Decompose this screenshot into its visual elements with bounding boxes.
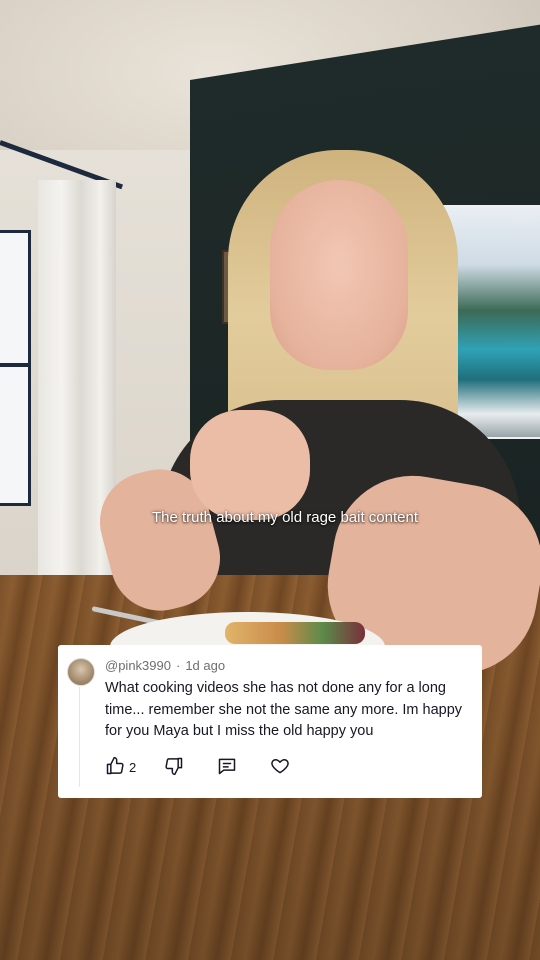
favorite-button[interactable] — [270, 755, 290, 779]
like-count: 2 — [129, 759, 137, 775]
clasped-hands — [190, 410, 310, 520]
comment-text: What cooking videos she has not done any… — [105, 680, 463, 739]
comment-actions: 2 — [105, 755, 365, 779]
reply-icon — [217, 756, 237, 779]
separator-dot: · — [175, 658, 181, 673]
avatar[interactable] — [67, 658, 95, 686]
thread-line — [79, 687, 80, 787]
comment-time: 1d ago — [185, 658, 226, 673]
comment-meta: @pink3990 · 1d ago — [105, 658, 225, 673]
thumbs-up-icon — [105, 756, 125, 779]
comment-username[interactable]: @pink3990 — [105, 658, 171, 673]
video-caption: The truth about my old rage bait content — [152, 509, 418, 526]
heart-icon — [270, 756, 290, 779]
thumbs-down-icon — [164, 756, 184, 779]
window — [0, 230, 31, 506]
like-button[interactable]: 2 — [105, 755, 136, 779]
comment-card[interactable]: @pink3990 · 1d ago What cooking videos she… — [58, 645, 482, 798]
video-background[interactable] — [0, 0, 540, 960]
food — [225, 622, 365, 644]
reply-button[interactable] — [217, 755, 237, 779]
person-face — [270, 180, 408, 370]
dislike-button[interactable] — [164, 755, 184, 779]
